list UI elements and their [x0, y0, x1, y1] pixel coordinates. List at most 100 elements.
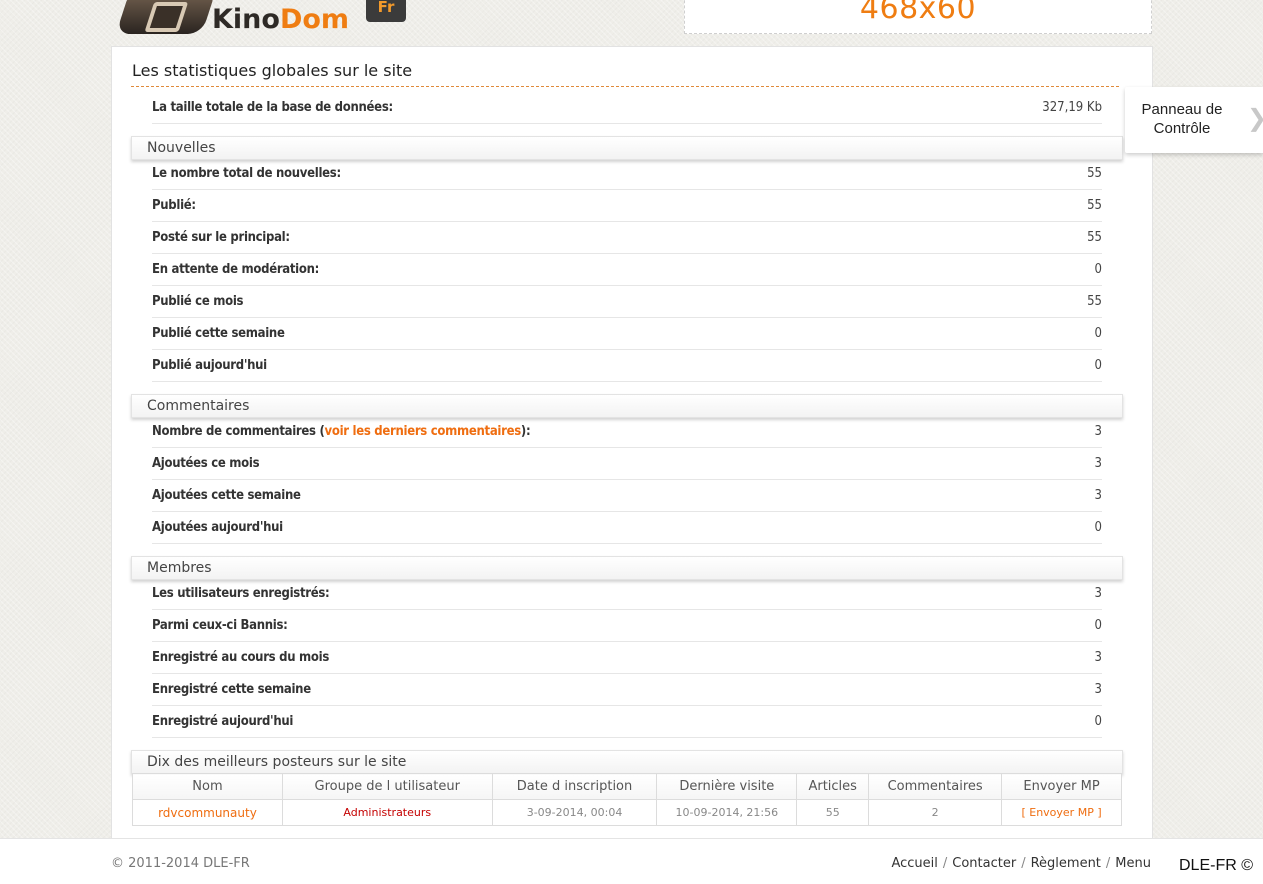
footer-link-home[interactable]: Accueil [891, 856, 937, 871]
poster-articles: 55 [796, 799, 870, 826]
stat-label: Ajoutées cette semaine [152, 488, 301, 503]
poster-name-link[interactable]: rdvcommunauty [132, 799, 283, 826]
stat-row: Publié cette semaine 0 [152, 318, 1102, 350]
ad-banner-label: 468x60 [859, 0, 977, 26]
stat-row: Les utilisateurs enregistrés: 3 [152, 578, 1102, 610]
section-header-news: Nouvelles [131, 136, 1123, 160]
stat-value: 55 [1087, 166, 1102, 181]
stat-row: Parmi ceux-ci Bannis: 0 [152, 610, 1102, 642]
poster-group: Administrateurs [281, 799, 493, 826]
control-panel-label: Panneau de Contrôle [1141, 101, 1223, 137]
stat-value: 55 [1087, 294, 1102, 309]
table-header-row: Nom Groupe de l utilisateur Date d inscr… [132, 773, 1122, 800]
latest-comments-link[interactable]: voir les derniers commentaires [325, 424, 522, 439]
ad-banner[interactable]: 468x60 [684, 0, 1152, 34]
stat-value: 3 [1094, 488, 1102, 503]
site-logo[interactable]: KinoDom Fr [115, 0, 412, 36]
stat-label: Enregistré au cours du mois [152, 650, 329, 665]
stat-row: Posté sur le principal: 55 [152, 222, 1102, 254]
section-header-members: Membres [131, 556, 1123, 580]
stat-value: 3 [1094, 682, 1102, 697]
column-header-name[interactable]: Nom [132, 773, 283, 800]
stat-row-db-size: La taille totale de la base de données: … [152, 92, 1102, 124]
logo-text: KinoDom [212, 4, 349, 35]
column-header-group[interactable]: Groupe de l utilisateur [281, 773, 493, 800]
column-header-registered[interactable]: Date d inscription [491, 773, 658, 800]
stat-row: Ajoutées aujourd'hui 0 [152, 512, 1102, 544]
stat-row: Enregistré cette semaine 3 [152, 674, 1102, 706]
stat-label: Publié aujourd'hui [152, 358, 267, 373]
stats-panel: Les statistiques globales sur le site La… [111, 46, 1153, 838]
control-panel-tab[interactable]: Panneau de Contrôle ❯ [1125, 87, 1263, 153]
stat-label: Nombre de commentaires (voir les dernier… [152, 424, 531, 439]
stat-row: En attente de modération: 0 [152, 254, 1102, 286]
column-header-send-pm: Envoyer MP [1001, 773, 1122, 800]
stat-value: 0 [1094, 714, 1102, 729]
logo-text-accent: Dom [279, 4, 350, 35]
poster-comments: 2 [868, 799, 1003, 826]
column-header-last-visit[interactable]: Dernière visite [656, 773, 798, 800]
column-header-comments[interactable]: Commentaires [868, 773, 1003, 800]
stat-label: La taille totale de la base de données: [152, 100, 393, 115]
stat-row: Ajoutées cette semaine 3 [152, 480, 1102, 512]
stat-label: Publié ce mois [152, 294, 244, 309]
footer-link-menu[interactable]: Menu [1115, 856, 1151, 871]
footer: © 2011-2014 DLE-FR Accueil / Contacter / Règ… [0, 838, 1263, 884]
stat-label: Publié cette semaine [152, 326, 285, 341]
stat-value: 55 [1087, 198, 1102, 213]
stat-value: 3 [1094, 424, 1102, 439]
stat-row: Publié aujourd'hui 0 [152, 350, 1102, 382]
stat-label: Enregistré cette semaine [152, 682, 311, 697]
film-box-icon [115, 0, 215, 34]
title-divider [131, 86, 1119, 87]
stat-row: Enregistré aujourd'hui 0 [152, 706, 1102, 738]
stat-label: En attente de modération: [152, 262, 320, 277]
poster-registered-date: 3-09-2014, 00:04 [491, 799, 658, 826]
stat-value: 3 [1094, 456, 1102, 471]
stat-label: Parmi ceux-ci Bannis: [152, 618, 288, 633]
stat-value: 0 [1094, 520, 1102, 535]
stat-label-part: ): [520, 424, 531, 439]
nav-separator: / [1105, 856, 1111, 871]
top-posters-table: Nom Groupe de l utilisateur Date d inscr… [132, 773, 1122, 826]
stat-value: 3 [1094, 650, 1102, 665]
stat-label: Enregistré aujourd'hui [152, 714, 294, 729]
stat-row: Publié: 55 [152, 190, 1102, 222]
stat-row: Enregistré au cours du mois 3 [152, 642, 1102, 674]
stat-value: 0 [1094, 358, 1102, 373]
stat-row: Le nombre total de nouvelles: 55 [152, 158, 1102, 190]
stat-value: 327,19 Kb [1042, 100, 1102, 115]
stat-label: Les utilisateurs enregistrés: [152, 586, 330, 601]
table-row: rdvcommunauty Administrateurs 3-09-2014,… [132, 799, 1122, 826]
stat-label-part: Nombre de commentaires ( [152, 424, 325, 439]
stat-label: Ajoutées aujourd'hui [152, 520, 283, 535]
page-title: Les statistiques globales sur le site [132, 61, 413, 80]
chevron-right-icon: ❯ [1247, 101, 1263, 137]
stat-value: 0 [1094, 618, 1102, 633]
stat-label: Posté sur le principal: [152, 230, 290, 245]
poster-last-visit: 10-09-2014, 21:56 [656, 799, 798, 826]
footer-link-contact[interactable]: Contacter [952, 856, 1016, 871]
column-header-articles[interactable]: Articles [796, 773, 870, 800]
stat-row: Publié ce mois 55 [152, 286, 1102, 318]
logo-badge: Fr [366, 0, 406, 22]
nav-separator: / [942, 856, 948, 871]
logo-text-main: Kino [212, 4, 280, 35]
stat-label: Ajoutées ce mois [152, 456, 260, 471]
stat-label: Publié: [152, 198, 196, 213]
copyright: © 2011-2014 DLE-FR [111, 856, 250, 871]
stat-value: 0 [1094, 262, 1102, 277]
stat-row: Ajoutées ce mois 3 [152, 448, 1102, 480]
stat-value: 0 [1094, 326, 1102, 341]
send-pm-link[interactable]: [ Envoyer MP ] [1001, 799, 1122, 826]
stat-value: 3 [1094, 586, 1102, 601]
footer-nav: Accueil / Contacter / Règlement / Menu [891, 856, 1151, 871]
stat-label: Le nombre total de nouvelles: [152, 166, 341, 181]
footer-link-rules[interactable]: Règlement [1031, 856, 1101, 871]
nav-separator: / [1021, 856, 1026, 871]
stat-row-comments-total: Nombre de commentaires (voir les dernier… [152, 416, 1102, 448]
section-header-comments: Commentaires [131, 394, 1123, 418]
section-header-top-posters: Dix des meilleurs posteurs sur le site [131, 750, 1123, 774]
dle-badge: DLE-FR © [1178, 857, 1253, 874]
stat-value: 55 [1087, 230, 1102, 245]
